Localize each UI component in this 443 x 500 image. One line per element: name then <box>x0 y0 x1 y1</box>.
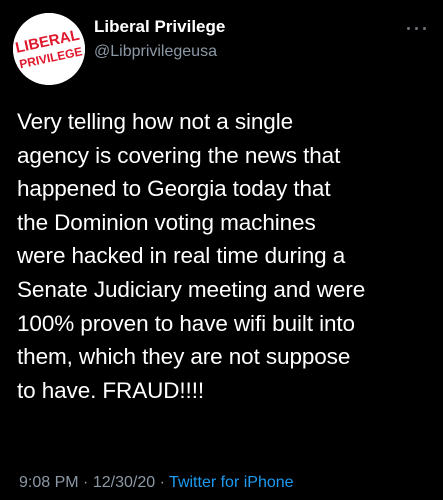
separator: · <box>83 474 89 491</box>
dot <box>423 27 426 30</box>
tweet-metadata: 9:08 PM · 12/30/20 · Twitter for iPhone <box>19 474 294 492</box>
dot <box>407 27 410 30</box>
liberal-privilege-logo: LIBERAL PRIVILEGE <box>13 13 85 85</box>
more-options-icon[interactable] <box>404 20 430 36</box>
dot <box>415 27 418 30</box>
tweet-text: Very telling how not a single agency is … <box>17 109 366 403</box>
tweet: LIBERAL PRIVILEGE Liberal Privilege @Lib… <box>0 0 443 500</box>
avatar[interactable]: LIBERAL PRIVILEGE <box>13 13 85 85</box>
tweet-date[interactable]: 12/30/20 <box>93 474 155 491</box>
user-handle[interactable]: @Libprivilegeusa <box>94 43 217 61</box>
tweet-source-link[interactable]: Twitter for iPhone <box>169 474 294 491</box>
separator: · <box>159 474 165 491</box>
tweet-time[interactable]: 9:08 PM <box>19 474 79 491</box>
display-name[interactable]: Liberal Privilege <box>94 17 225 37</box>
